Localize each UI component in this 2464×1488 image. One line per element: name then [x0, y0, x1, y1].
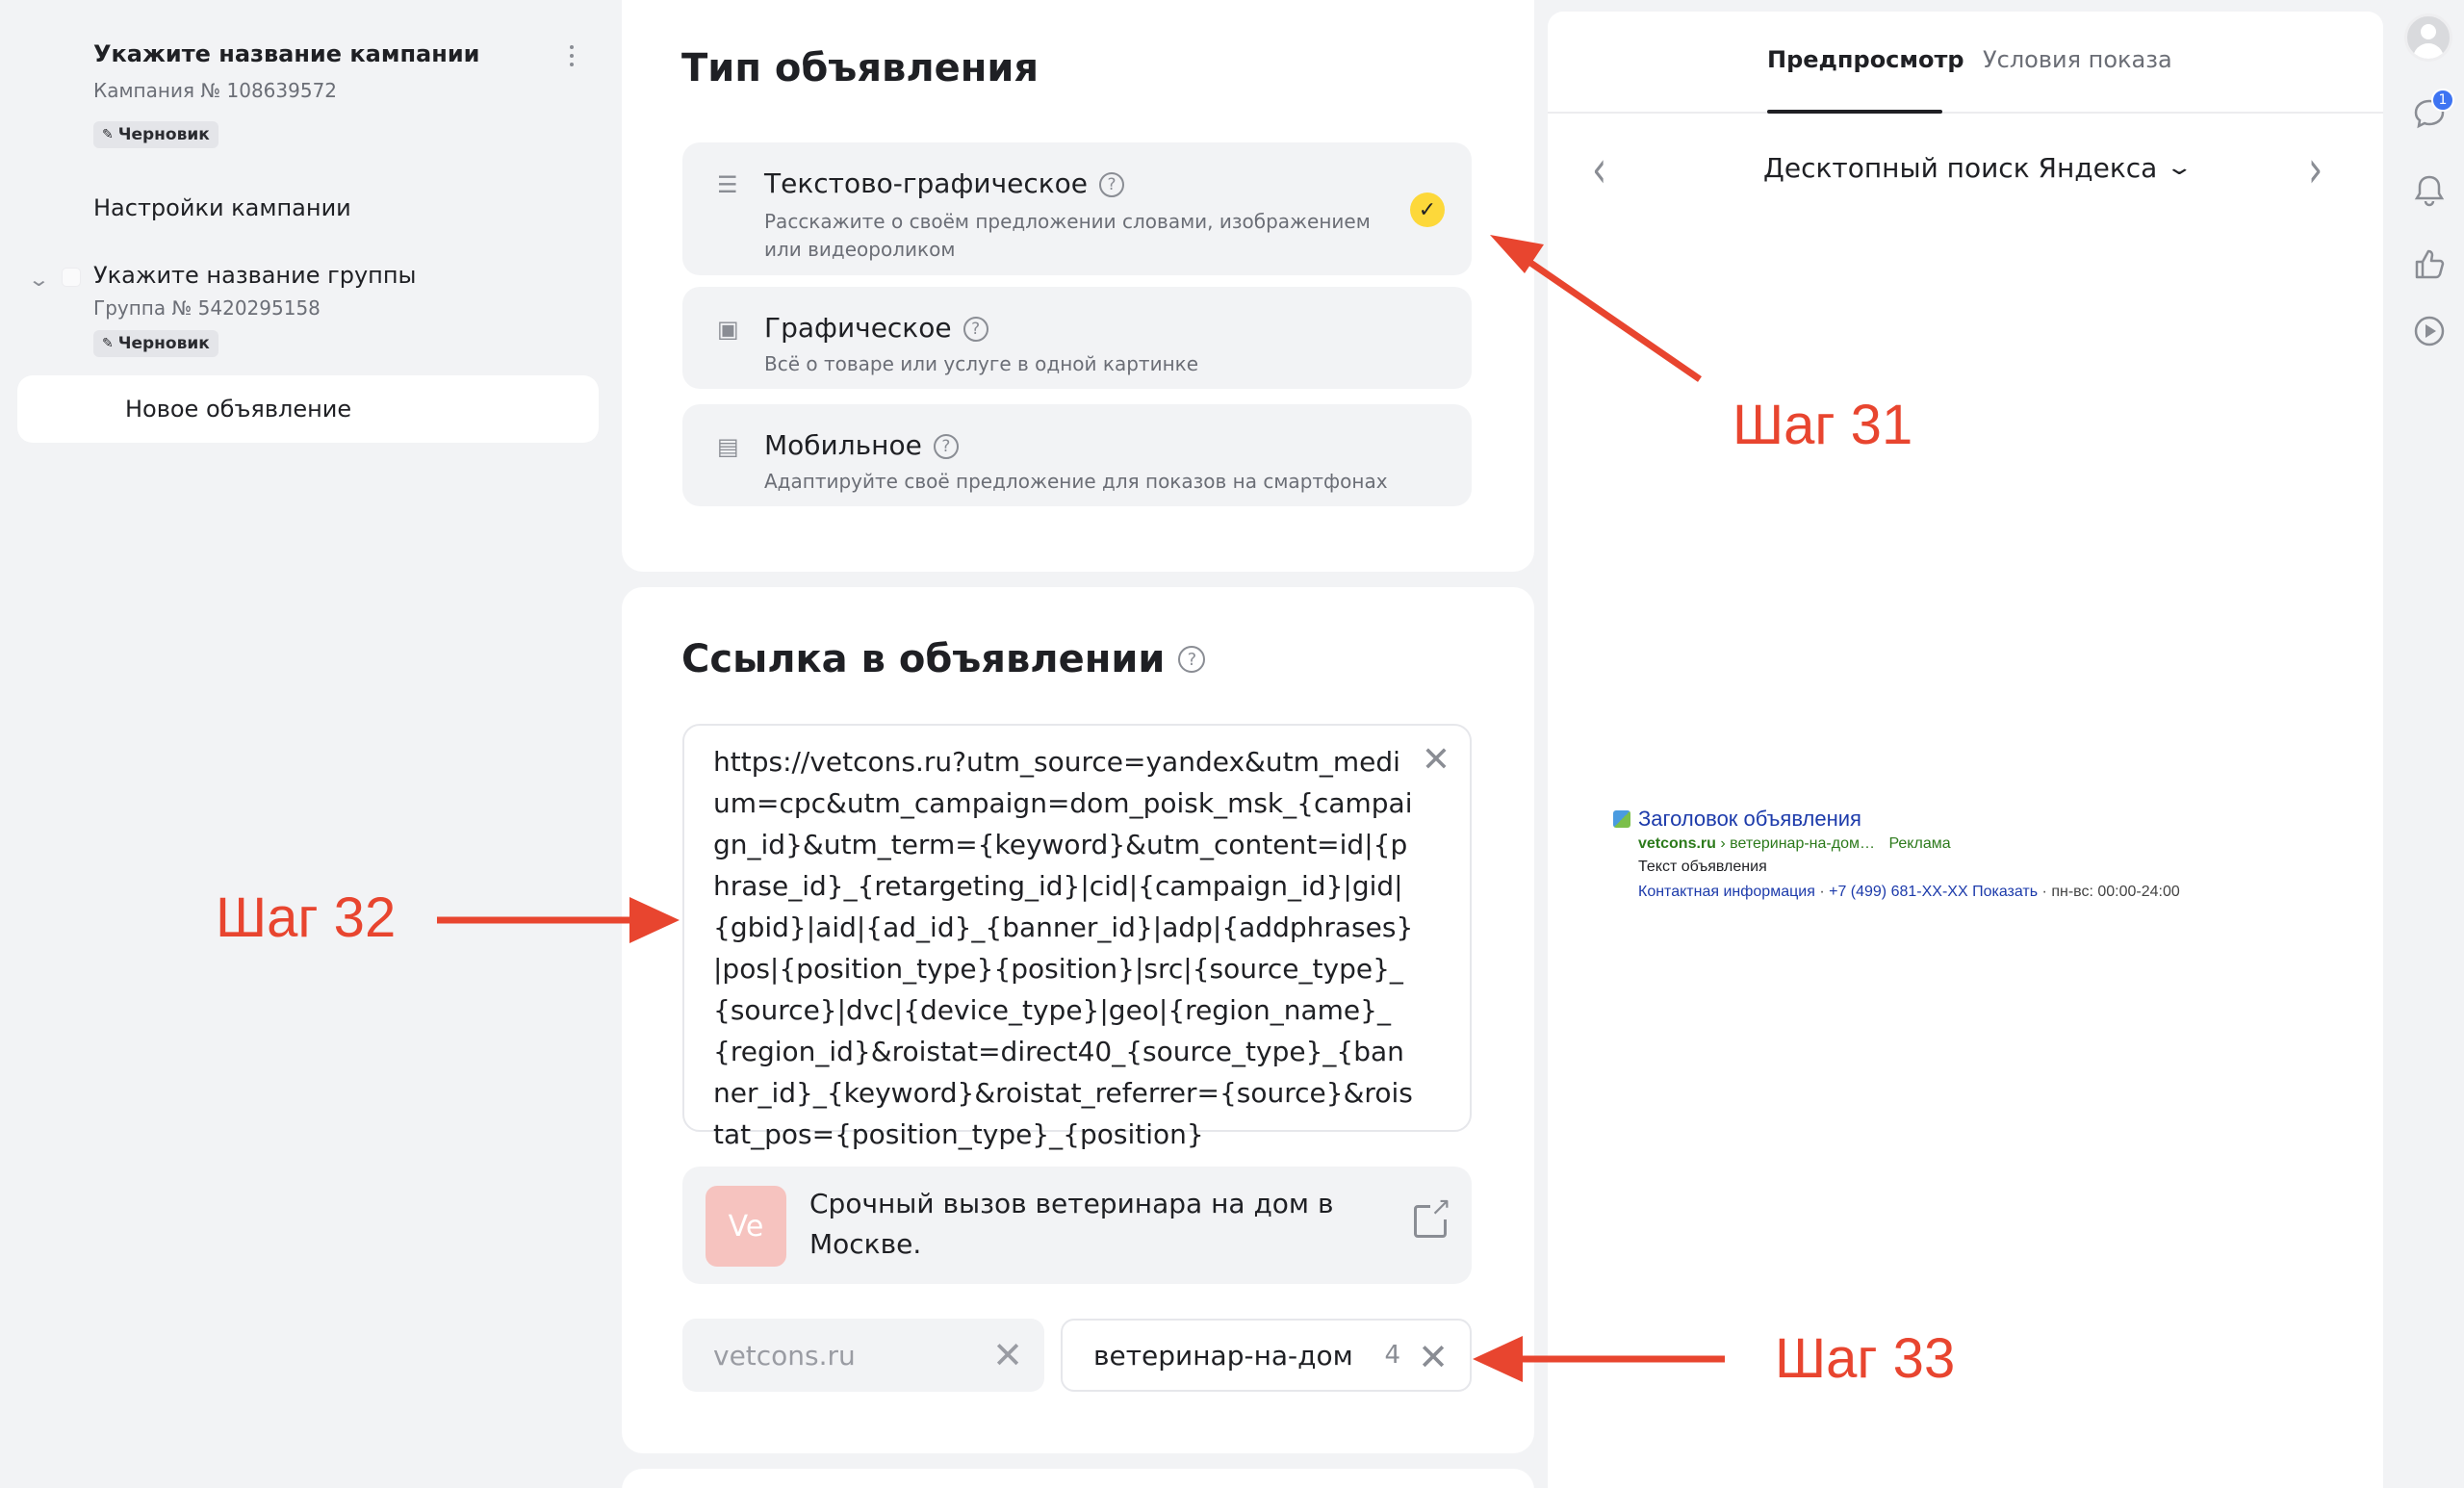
notification-count-badge: 1 — [2431, 89, 2454, 112]
checkmark-icon: ✓ — [1410, 192, 1445, 227]
campaign-number: Кампания № 108639572 — [93, 79, 338, 102]
ad-type-option-desc: Всё о товаре или услуге в одной картинке — [764, 352, 1199, 375]
ad-link-heading-text: Ссылка в объявлении — [681, 637, 1166, 681]
serp-favicon-icon — [1613, 810, 1630, 828]
image-icon: ▣ — [717, 316, 739, 343]
group-number: Группа № 5420295158 — [93, 296, 321, 320]
site-preview-card: Ve Срочный вызов ветеринара на дом в Мос… — [682, 1167, 1472, 1284]
step-31-label: Шаг 31 — [1732, 394, 1913, 456]
chevron-right-icon[interactable]: › — [2308, 140, 2323, 199]
url-input[interactable]: https://vetcons.ru?utm_source=yandex&utm… — [682, 724, 1472, 1150]
ad-type-panel: Тип объявления ☰ Текстово-графическое? Р… — [622, 0, 1534, 572]
active-tab-indicator — [1767, 110, 1942, 114]
device-selector-value: Десктопный поиск Яндекса — [1763, 152, 2158, 184]
chevron-left-icon[interactable]: ‹ — [1592, 140, 1606, 199]
ad-type-option-graphic[interactable]: ▣ Графическое? Всё о товаре или услуге в… — [682, 287, 1472, 389]
group-status-label: Черновик — [117, 334, 210, 353]
ad-type-option-title-text: Мобильное — [764, 429, 922, 461]
ad-type-option-title: Мобильное? — [764, 429, 959, 461]
right-icon-bar: 1 — [2391, 0, 2464, 1488]
serp-links: Контактная информация · +7 (499) 681-XX-… — [1638, 884, 2180, 900]
display-domain-field: vetcons.ru ✕ — [682, 1319, 1044, 1392]
serp-contact-link[interactable]: Контактная информация — [1638, 884, 1815, 900]
step-33-label: Шаг 33 — [1775, 1327, 1956, 1390]
bell-icon[interactable] — [2412, 173, 2447, 208]
serp-hours: пн-вс: 00:00-24:00 — [2051, 884, 2180, 900]
close-icon[interactable]: ✕ — [1422, 743, 1450, 778]
tab-display-conditions[interactable]: Условия показа — [1983, 46, 2172, 73]
ad-link-panel: Ссылка в объявлении ? https://vetcons.ru… — [622, 587, 1534, 1453]
mobile-icon: ▤ — [717, 433, 739, 460]
serp-url: vetcons.ru › ветеринар-на-дом… Реклама — [1638, 835, 1951, 853]
ad-type-option-mobile[interactable]: ▤ Мобильное? Адаптируйте своё предложени… — [682, 404, 1472, 506]
avatar[interactable] — [2404, 13, 2452, 62]
help-icon[interactable]: ? — [933, 434, 959, 459]
campaign-status-badge: ✎ Черновик — [93, 121, 218, 148]
serp-ad-label: Реклама — [1888, 835, 1951, 852]
campaign-title[interactable]: Укажите название кампании — [93, 40, 479, 67]
tab-preview[interactable]: Предпросмотр — [1767, 46, 1964, 73]
serp-domain: vetcons.ru — [1638, 835, 1716, 852]
ad-type-option-title: Текстово-графическое? — [764, 167, 1125, 199]
ad-type-heading: Тип объявления — [681, 46, 1040, 90]
ad-type-option-text-graphic[interactable]: ☰ Текстово-графическое? Расскажите о сво… — [682, 142, 1472, 275]
pencil-icon: ✎ — [102, 127, 114, 142]
group-title[interactable]: Укажите название группы — [93, 262, 417, 289]
thumbs-up-icon[interactable] — [2412, 246, 2447, 281]
chevron-down-icon: ⌄ — [2165, 156, 2194, 180]
help-icon[interactable]: ? — [1178, 646, 1206, 673]
sidebar-item-campaign-settings[interactable]: Настройки кампании — [93, 194, 351, 221]
chevron-down-icon[interactable]: ⌄ — [28, 268, 50, 291]
external-link-icon[interactable] — [1414, 1194, 1451, 1238]
display-path-input[interactable]: ветеринар-на-дом 4 ✕ — [1061, 1319, 1472, 1392]
pencil-icon: ✎ — [102, 336, 114, 351]
serp-path: › ветеринар-на-дом… — [1720, 835, 1875, 852]
ad-type-option-title-text: Графическое — [764, 312, 952, 344]
url-input-value[interactable]: https://vetcons.ru?utm_source=yandex&utm… — [713, 741, 1416, 1155]
char-counter: 4 — [1384, 1341, 1400, 1370]
ad-type-option-title-text: Текстово-графическое — [764, 167, 1089, 199]
close-icon: ✕ — [992, 1334, 1023, 1376]
ad-type-option-desc: Расскажите о своём предложении словами, … — [764, 210, 1371, 261]
campaign-status-label: Черновик — [117, 125, 210, 144]
preview-tabs: Предпросмотр Условия показа — [1548, 12, 2383, 114]
next-panel — [622, 1469, 1534, 1488]
display-path-value[interactable]: ветеринар-на-дом — [1093, 1340, 1353, 1372]
close-icon[interactable]: ✕ — [1418, 1336, 1449, 1378]
device-selector[interactable]: Десктопный поиск Яндекса ⌄ — [1763, 152, 2194, 184]
play-icon[interactable] — [2412, 314, 2447, 348]
preview-panel: Предпросмотр Условия показа ‹ Десктопный… — [1548, 12, 2383, 1488]
campaign-more-menu-icon[interactable] — [562, 38, 581, 73]
ad-type-option-desc: Адаптируйте своё предложение для показов… — [764, 470, 1388, 493]
group-checkbox[interactable] — [62, 268, 81, 287]
campaign-sidebar: Укажите название кампании Кампания № 108… — [0, 0, 616, 1488]
sidebar-item-new-ad[interactable]: Новое объявление — [17, 375, 599, 443]
group-status-badge: ✎ Черновик — [93, 330, 218, 357]
display-domain-value: vetcons.ru — [713, 1339, 856, 1372]
help-icon[interactable]: ? — [1099, 172, 1125, 197]
serp-title[interactable]: Заголовок объявления — [1638, 807, 1861, 832]
ad-type-option-title: Графическое? — [764, 312, 988, 344]
step-32-label: Шаг 32 — [216, 886, 397, 949]
ad-link-heading: Ссылка в объявлении ? — [681, 637, 1206, 681]
site-favicon: Ve — [706, 1186, 786, 1267]
site-title: Срочный вызов ветеринара на дом в Москве… — [809, 1188, 1334, 1260]
serp-text: Текст объявления — [1638, 859, 1767, 875]
help-icon[interactable]: ? — [962, 317, 988, 342]
serp-phone[interactable]: +7 (499) 681-XX-XX Показать — [1829, 884, 2038, 900]
text-lines-icon: ☰ — [717, 171, 738, 198]
